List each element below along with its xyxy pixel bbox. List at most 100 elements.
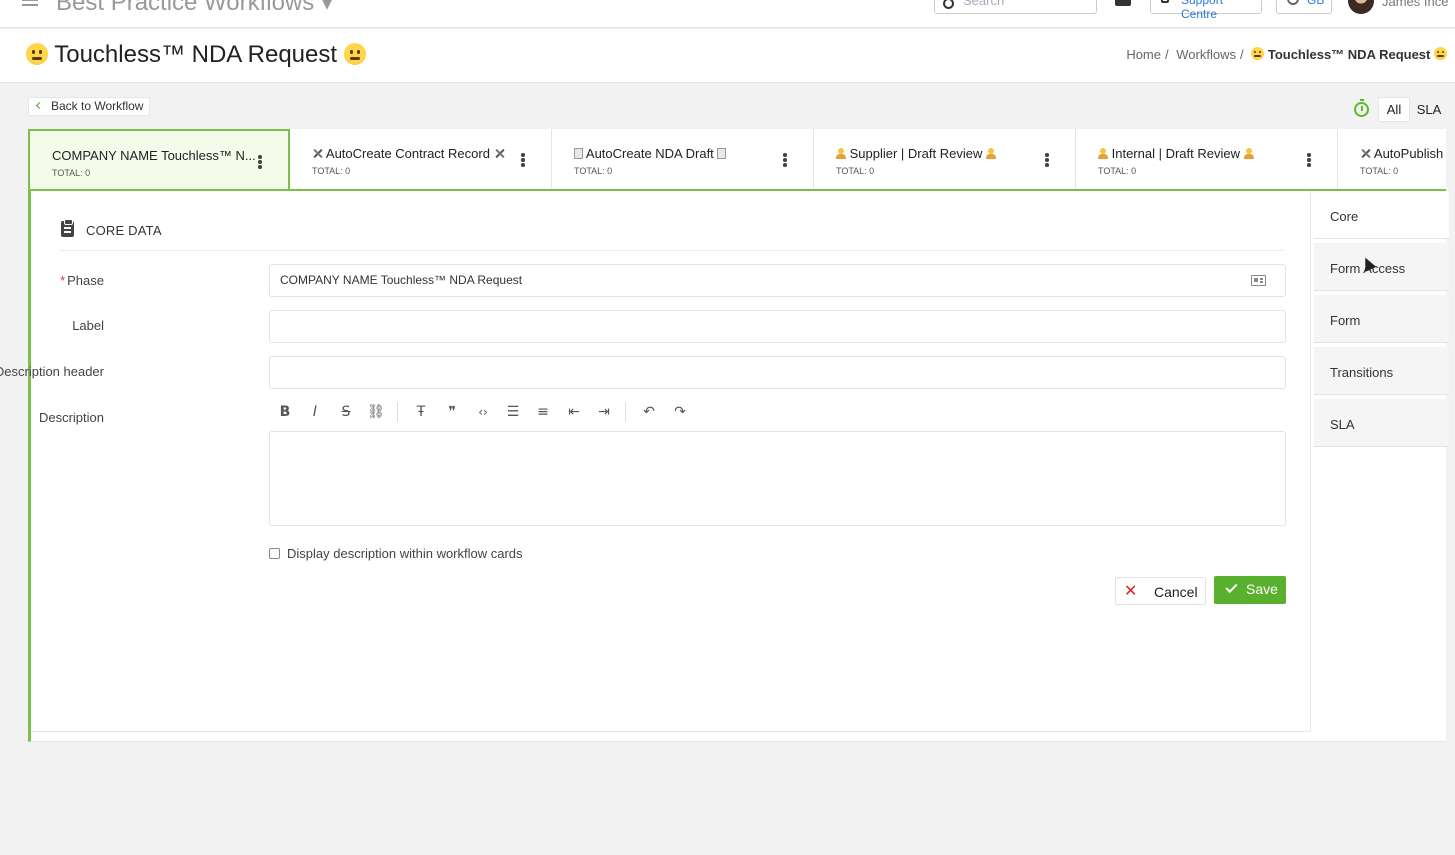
id-card-icon[interactable] [1251,275,1266,286]
breadcrumb-workflows[interactable]: Workflows [1176,47,1236,62]
bold-icon[interactable]: B [271,399,299,425]
save-button[interactable]: Save [1214,576,1286,604]
language-button[interactable]: GB [1276,0,1332,14]
tools-icon [312,148,323,159]
phase-tab-2[interactable]: AutoCreate Contract Record TOTAL: 0 [290,129,552,189]
section-title: CORE DATA [86,223,162,238]
quote-icon[interactable]: ❞ [438,399,466,425]
clipboard-icon [61,219,74,237]
breadcrumb: Home / Workflows / Touchless™ NDA Request [1126,47,1447,62]
phase-tab-name: Supplier | Draft Review [836,146,996,161]
phase-tab-total: TOTAL: 0 [52,168,91,178]
display-description-label: Display description within workflow card… [287,546,523,561]
avatar[interactable] [1348,0,1374,14]
strikethrough-icon[interactable]: S [332,399,360,425]
search-placeholder: Search [963,0,1005,8]
link-icon[interactable]: ⛓ [362,399,390,425]
side-nav-form[interactable]: Form [1314,295,1449,343]
person-icon [985,148,996,159]
support-centre-label: Support Centre [1181,0,1224,21]
zipper-mouth-emoji-icon [1251,47,1265,60]
phase-tab-name: AutoPublish [1360,146,1443,161]
label-input[interactable] [269,310,1286,343]
phase-tabs: COMPANY NAME Touchless™ N... TOTAL: 0 Au… [28,129,1446,191]
description-header-label: Description header [0,364,104,379]
kebab-menu-icon[interactable] [1045,153,1049,167]
code-icon[interactable]: ‹› [469,399,497,425]
description-header-input[interactable] [269,356,1286,389]
phase-tab-4[interactable]: Supplier | Draft Review TOTAL: 0 [814,129,1076,189]
filter-sla-button[interactable]: SLA [1412,97,1446,122]
breadcrumb-home[interactable]: Home [1126,47,1161,62]
phase-tab-total: TOTAL: 0 [574,166,613,176]
tools-icon [494,148,505,159]
description-editor[interactable] [269,431,1286,526]
phase-field[interactable]: COMPANY NAME Touchless™ NDA Request [269,264,1286,297]
person-icon [1243,148,1254,159]
person-icon [1098,148,1108,159]
document-icon [717,148,727,159]
phase-tab-total: TOTAL: 0 [836,166,875,176]
back-to-workflow-label: Back to Workflow [51,99,144,113]
close-icon: ✕ [1124,581,1138,600]
phase-label: * Phase [60,273,104,288]
phase-tab-3[interactable]: AutoCreate NDA Draft TOTAL: 0 [552,129,814,189]
undo-icon[interactable]: ↶ [635,399,663,425]
phase-tab-5[interactable]: Internal | Draft Review TOTAL: 0 [1076,129,1338,189]
zipper-mouth-emoji-icon [343,43,366,65]
phase-tab-6[interactable]: AutoPublish TOTAL: 0 [1338,129,1446,189]
page-title: Touchless™ NDA Request [26,41,366,69]
user-name[interactable]: James Ince [1382,0,1448,9]
kebab-menu-icon[interactable] [1307,153,1311,167]
filter-all-button[interactable]: All [1378,97,1410,122]
bullet-list-icon[interactable]: ☰ [499,399,527,425]
phase-tab-name: Internal | Draft Review [1098,146,1254,161]
tools-icon [1360,148,1371,159]
link-icon [1161,0,1169,3]
numbered-list-icon[interactable]: ≡ [529,399,557,425]
page-title-text: Touchless™ NDA Request [54,41,338,68]
search-input[interactable]: Search [934,0,1097,14]
mail-icon[interactable] [1115,0,1131,6]
kebab-menu-icon[interactable] [258,155,262,169]
redo-icon[interactable]: ↷ [666,399,694,425]
display-description-checkbox[interactable] [269,548,280,559]
app-title[interactable]: Best Practice Workflows ▾ [56,0,333,17]
kebab-menu-icon[interactable] [521,153,525,167]
heading-icon[interactable]: Ŧ [407,399,435,425]
back-to-workflow-button[interactable]: Back to Workflow [28,97,151,116]
phase-tab-total: TOTAL: 0 [1360,166,1399,176]
person-icon [836,148,846,159]
side-nav-sla[interactable]: SLA [1314,399,1449,447]
phase-tab-name: AutoCreate NDA Draft [574,146,727,161]
italic-icon[interactable]: I [301,399,329,425]
phase-tab-total: TOTAL: 0 [312,166,351,176]
kebab-menu-icon[interactable] [783,153,787,167]
phase-value: COMPANY NAME Touchless™ NDA Request [280,273,523,287]
phase-settings-panel: CORE DATA * Phase COMPANY NAME Touchless™… [0,191,1449,742]
cancel-button[interactable]: ✕ Cancel [1115,577,1206,605]
top-bar: Best Practice Workflows ▾ Search Support… [0,0,1455,28]
cancel-label: Cancel [1154,584,1198,600]
side-nav-core[interactable]: Core [1314,191,1449,239]
globe-icon [1287,0,1299,5]
zipper-mouth-emoji-icon [26,43,48,65]
phase-tab-name: AutoCreate Contract Record [312,146,505,161]
check-icon [1225,580,1238,594]
page-header: Touchless™ NDA Request Home / Workflows / … [0,29,1455,83]
section-header: CORE DATA [59,219,1284,251]
indent-icon[interactable]: ⇥ [590,399,618,425]
stopwatch-icon[interactable] [1354,99,1369,117]
outdent-icon[interactable]: ⇤ [560,399,588,425]
support-centre-button[interactable]: Support Centre [1150,0,1262,21]
core-data-form: CORE DATA * Phase COMPANY NAME Touchless™… [0,191,1311,732]
search-icon [943,0,954,9]
menu-icon[interactable] [22,0,38,9]
zipper-mouth-emoji-icon [1434,47,1447,60]
side-nav-transitions[interactable]: Transitions [1314,347,1449,395]
description-label: Description [38,410,104,425]
label-label: Label [72,318,104,333]
phase-tab-1[interactable]: COMPANY NAME Touchless™ N... TOTAL: 0 [28,129,290,189]
save-label: Save [1246,581,1278,597]
side-nav-form-access[interactable]: Form Access [1314,243,1449,291]
